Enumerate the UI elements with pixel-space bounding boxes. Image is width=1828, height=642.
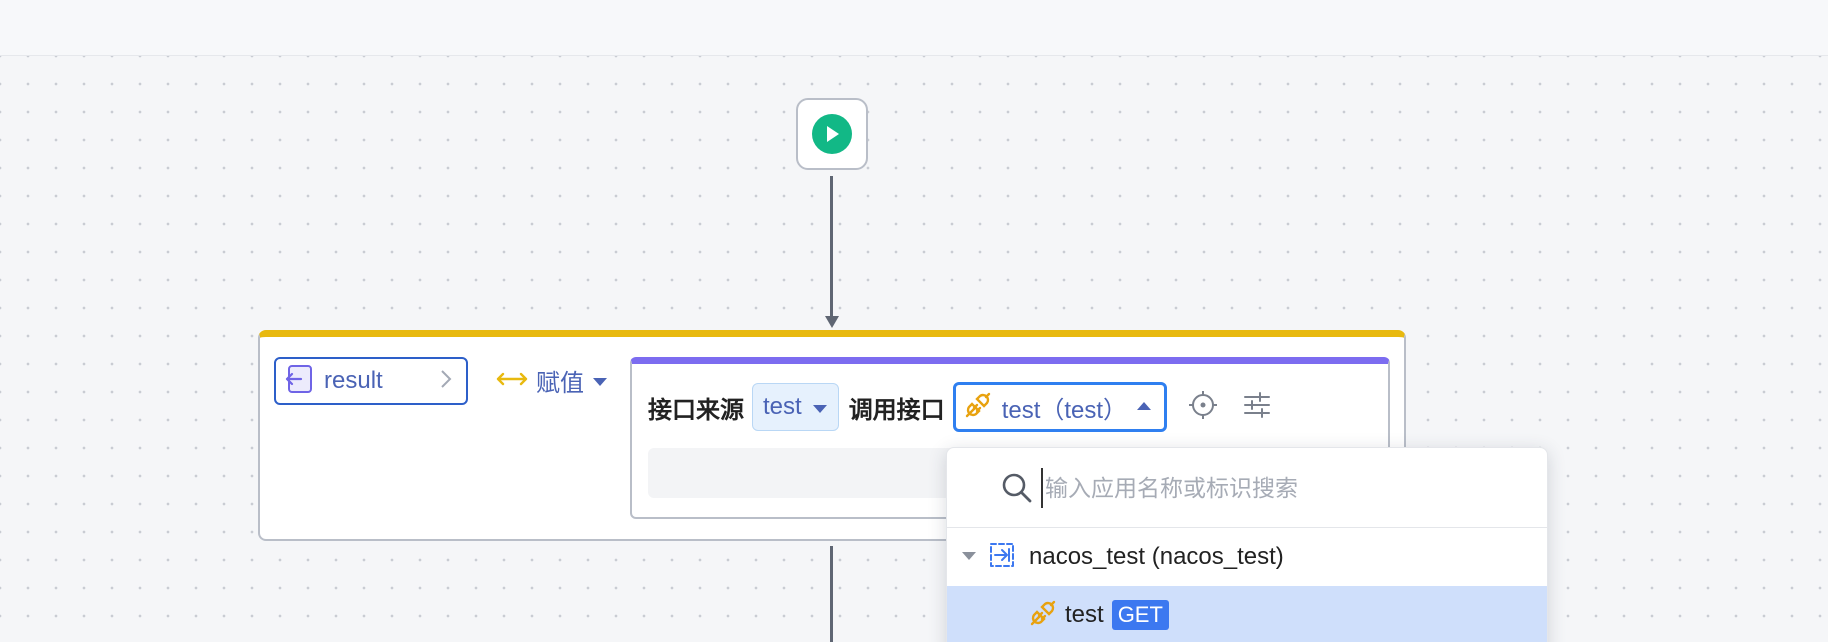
dropdown-group-nacos-test[interactable]: nacos_test (nacos_test) <box>947 528 1547 586</box>
assign-target-label: result <box>324 367 383 394</box>
dropdown-search-input[interactable] <box>1041 468 1521 508</box>
caret-down-icon[interactable] <box>961 548 977 566</box>
assign-operator-label: 赋值 <box>536 369 584 397</box>
http-method-badge: GET <box>1111 600 1169 630</box>
api-source-select[interactable]: test <box>752 383 839 431</box>
settings-button[interactable] <box>1239 389 1275 425</box>
api-dropdown-panel: nacos_test (nacos_test) test GET <box>946 447 1548 642</box>
caret-up-icon <box>1136 398 1152 416</box>
locate-icon <box>1188 390 1218 425</box>
api-call-value: test（test） <box>1001 396 1128 424</box>
dropdown-search-bar <box>947 448 1547 528</box>
play-icon <box>812 114 852 154</box>
dropdown-item-test[interactable]: test GET <box>947 586 1547 642</box>
flow-connector <box>830 546 833 642</box>
plug-icon <box>964 391 992 424</box>
api-source-label: 接口来源 <box>648 396 744 424</box>
api-call-row: 接口来源 test 调用接口 test（test） <box>648 382 1275 432</box>
locate-button[interactable] <box>1185 389 1221 425</box>
assign-arrow-icon <box>496 366 528 394</box>
app-icon <box>987 540 1017 575</box>
variable-icon <box>284 364 314 399</box>
top-toolbar <box>0 0 1828 56</box>
dropdown-group-name: nacos_test (nacos_test) <box>1029 543 1284 570</box>
dropdown-item-name: test <box>1065 601 1104 628</box>
flow-connector <box>830 176 833 318</box>
flow-arrow-icon <box>825 316 839 328</box>
api-source-value: test <box>763 393 802 420</box>
assign-operator-select[interactable]: 赋值 <box>496 365 608 397</box>
chevron-right-icon <box>440 369 452 394</box>
plug-icon <box>1029 599 1057 632</box>
start-node[interactable] <box>796 98 868 170</box>
api-call-label: 调用接口 <box>848 396 945 424</box>
settings-sliders-icon <box>1242 390 1272 425</box>
caret-down-icon <box>592 366 608 394</box>
search-icon <box>1001 472 1033 509</box>
assign-target-field[interactable]: result <box>274 357 468 405</box>
caret-down-icon <box>812 393 828 421</box>
api-call-select[interactable]: test（test） <box>952 382 1167 432</box>
